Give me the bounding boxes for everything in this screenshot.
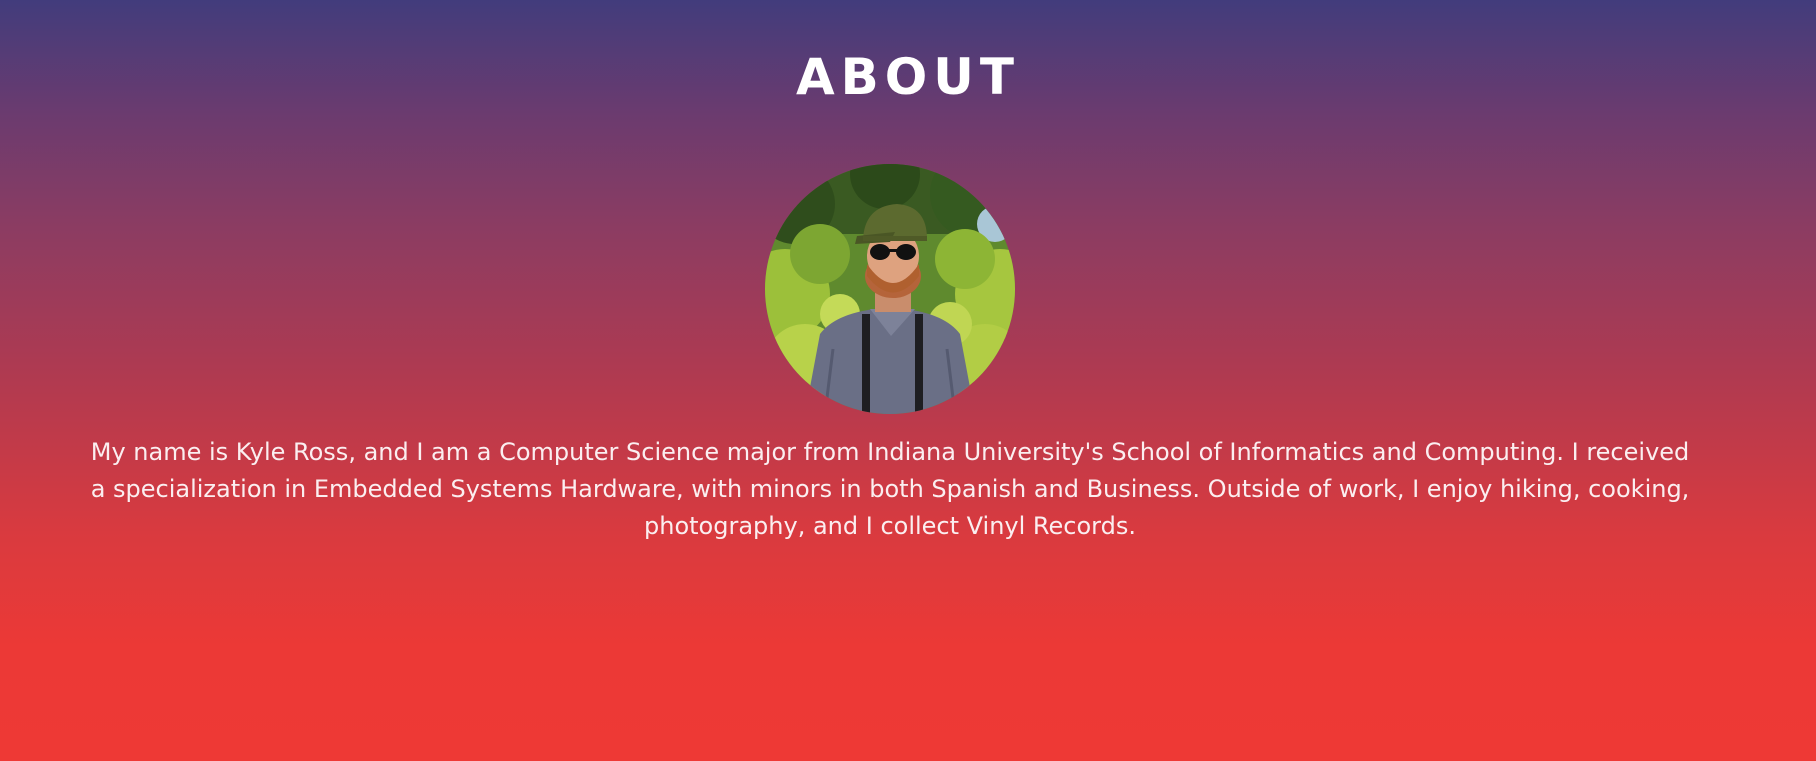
profile-photo-image [765,164,1015,414]
bio-text: My name is Kyle Ross, and I am a Compute… [90,438,1690,540]
section-title: ABOUT [795,48,1021,106]
about-section: ABOUT My name is Kyle Ross, and I am a C… [0,0,1816,761]
profile-photo [765,164,1015,414]
